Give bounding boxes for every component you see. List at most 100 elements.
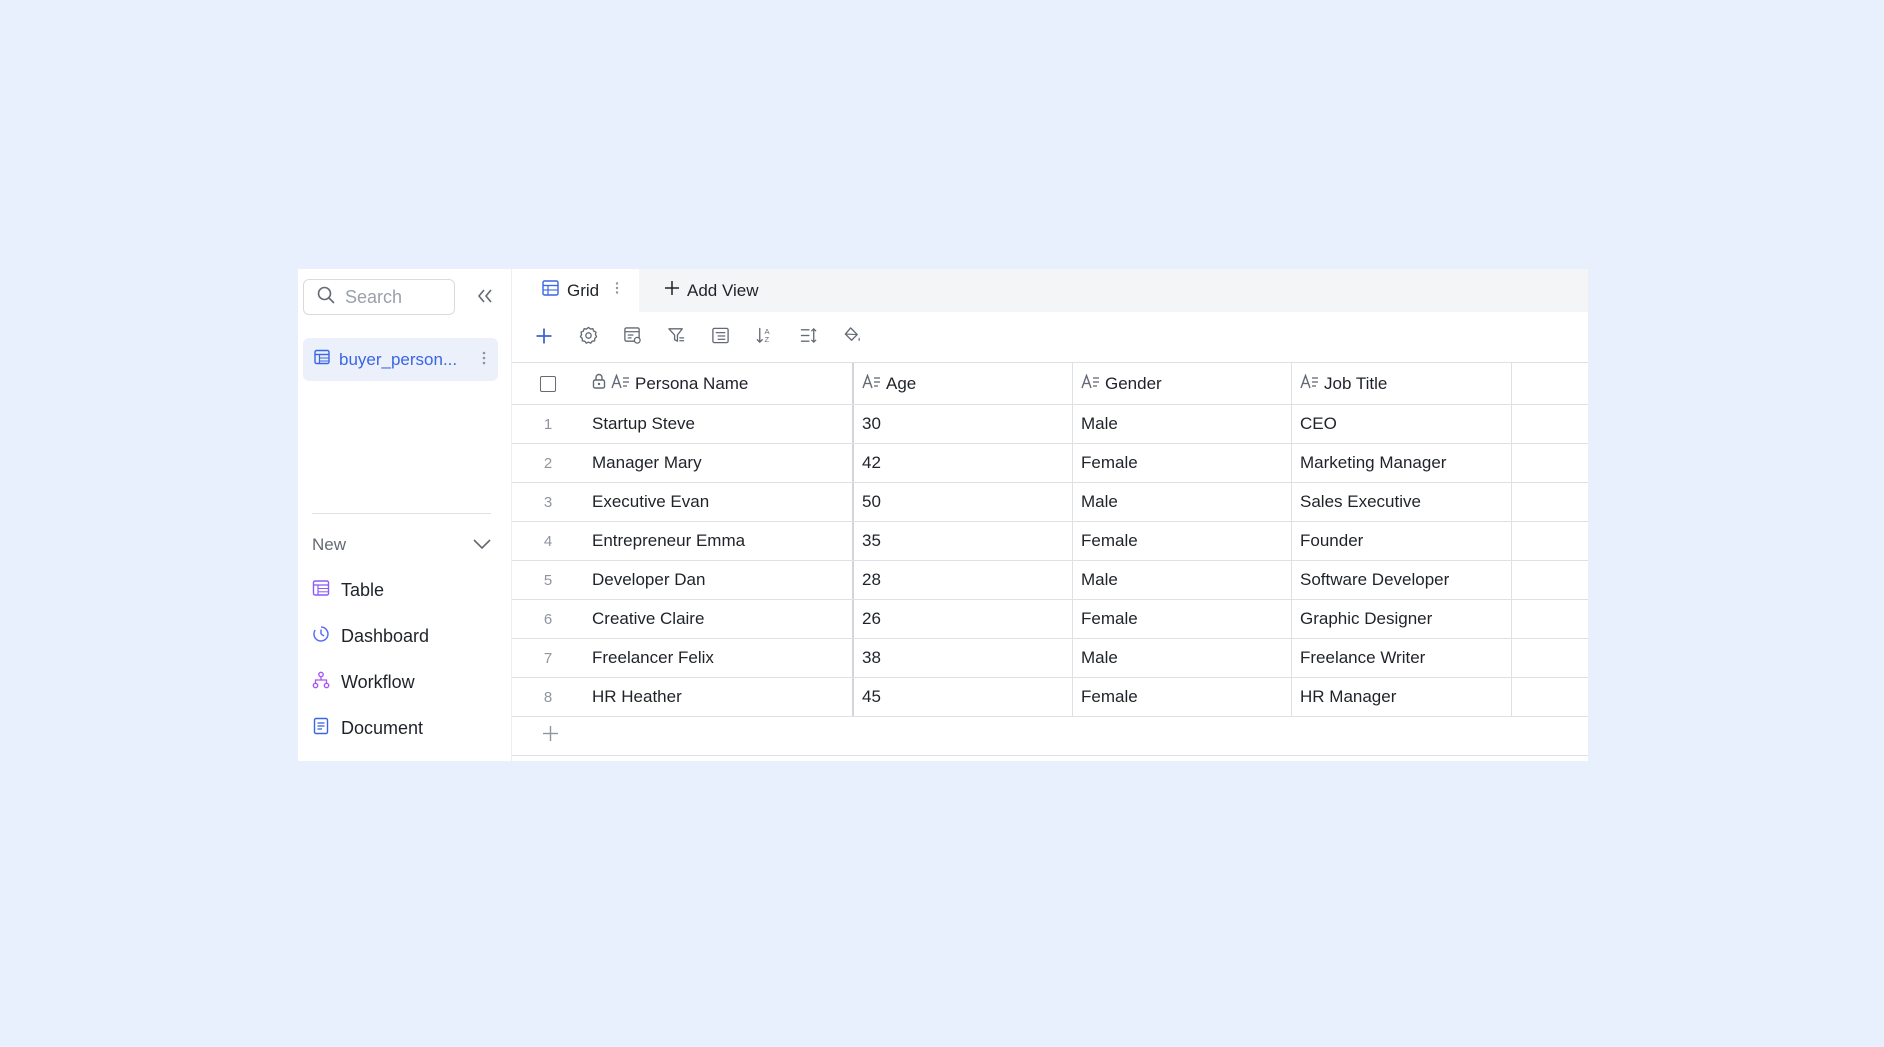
sort-button[interactable]: AZ <box>752 326 776 350</box>
sidebar: buyer_person... New Table Dashboard <box>298 269 512 761</box>
row-height-button[interactable] <box>796 326 820 350</box>
app-window: buyer_person... New Table Dashboard <box>298 269 1588 761</box>
more-vertical-icon[interactable] <box>615 281 619 300</box>
create-dashboard-button[interactable]: Dashboard <box>312 622 429 650</box>
text-field-icon <box>611 372 630 394</box>
row-index: 1 <box>543 415 553 433</box>
filter-button[interactable] <box>664 326 688 350</box>
cell-gender[interactable]: Male <box>1073 483 1292 521</box>
cell-age[interactable]: 30 <box>854 405 1073 443</box>
cell-gender[interactable]: Female <box>1073 678 1292 716</box>
add-view-button[interactable]: Add View <box>664 269 759 312</box>
cell-age[interactable]: 38 <box>854 639 1073 677</box>
cell-persona-name[interactable]: Creative Claire <box>584 600 854 638</box>
collapse-sidebar-button[interactable] <box>474 287 496 309</box>
text-field-icon <box>862 372 881 394</box>
text-field-icon <box>1081 372 1100 394</box>
create-document-label: Document <box>341 717 424 738</box>
sidebar-item-buyer-persona[interactable]: buyer_person... <box>303 338 498 381</box>
row-index: 4 <box>543 532 553 550</box>
table-row[interactable]: 8 HR Heather 45 Female HR Manager <box>512 678 1588 717</box>
cell-persona-name[interactable]: Developer Dan <box>584 561 854 599</box>
cell-job-title[interactable]: HR Manager <box>1292 678 1512 716</box>
create-document-button[interactable]: Document <box>312 714 423 742</box>
cell-persona-name[interactable]: Freelancer Felix <box>584 639 854 677</box>
cell-persona-name[interactable]: HR Heather <box>584 678 854 716</box>
column-label: Persona Name <box>635 373 749 393</box>
table-row[interactable]: 4 Entrepreneur Emma 35 Female Founder <box>512 522 1588 561</box>
cell-job-title[interactable]: Founder <box>1292 522 1512 560</box>
group-icon <box>711 326 730 350</box>
cell-gender[interactable]: Male <box>1073 405 1292 443</box>
main-area: Grid Add View A Z Persona Name Age Gende… <box>512 269 1588 761</box>
group-button[interactable] <box>708 326 732 350</box>
table-row[interactable]: 5 Developer Dan 28 Male Software Develop… <box>512 561 1588 600</box>
double-chevron-left-icon <box>477 288 493 308</box>
add-row-button[interactable] <box>512 717 1588 756</box>
workflow-icon <box>312 671 330 694</box>
cell-job-title[interactable]: Sales Executive <box>1292 483 1512 521</box>
cell-job-title[interactable]: Graphic Designer <box>1292 600 1512 638</box>
add-record-button[interactable] <box>532 326 556 350</box>
sidebar-divider <box>312 513 491 514</box>
plus-icon <box>535 327 553 350</box>
cell-job-title[interactable]: Marketing Manager <box>1292 444 1512 482</box>
sort-icon: AZ <box>755 326 774 350</box>
table-row[interactable]: 6 Creative Claire 26 Female Graphic Desi… <box>512 600 1588 639</box>
table-row[interactable]: 3 Executive Evan 50 Male Sales Executive <box>512 483 1588 522</box>
cell-job-title[interactable]: Freelance Writer <box>1292 639 1512 677</box>
form-settings-button[interactable] <box>620 326 644 350</box>
column-header-gender[interactable]: Gender <box>1073 363 1292 404</box>
lock-icon <box>592 373 606 394</box>
cell-persona-name[interactable]: Manager Mary <box>584 444 854 482</box>
search-input[interactable] <box>343 285 447 309</box>
select-all-checkbox[interactable] <box>540 375 556 392</box>
row-index: 3 <box>543 493 553 511</box>
form-settings-icon <box>623 326 642 350</box>
cell-persona-name[interactable]: Executive Evan <box>584 483 854 521</box>
table-row[interactable]: 7 Freelancer Felix 38 Male Freelance Wri… <box>512 639 1588 678</box>
cell-job-title[interactable]: CEO <box>1292 405 1512 443</box>
settings-button[interactable] <box>576 326 600 350</box>
tab-grid[interactable]: Grid <box>512 269 639 312</box>
cell-age[interactable]: 26 <box>854 600 1073 638</box>
new-section-toggle[interactable]: New <box>312 531 491 559</box>
cell-age[interactable]: 35 <box>854 522 1073 560</box>
cell-gender[interactable]: Male <box>1073 561 1292 599</box>
cell-persona-name[interactable]: Startup Steve <box>584 405 854 443</box>
add-view-label: Add View <box>687 280 759 300</box>
create-table-label: Table <box>341 579 385 600</box>
data-grid: Persona Name Age Gender Job Title 1 Star… <box>512 362 1588 756</box>
create-table-button[interactable]: Table <box>312 576 384 604</box>
text-field-icon <box>1300 372 1319 394</box>
grid-header-row: Persona Name Age Gender Job Title <box>512 362 1588 405</box>
cell-age[interactable]: 42 <box>854 444 1073 482</box>
document-icon <box>312 717 330 740</box>
cell-age[interactable]: 50 <box>854 483 1073 521</box>
sidebar-item-label: buyer_person... <box>339 349 458 369</box>
cell-gender[interactable]: Female <box>1073 600 1292 638</box>
cell-age[interactable]: 45 <box>854 678 1073 716</box>
cell-age[interactable]: 28 <box>854 561 1073 599</box>
column-header-persona-name[interactable]: Persona Name <box>584 363 854 404</box>
column-label: Job Title <box>1324 373 1388 393</box>
search-box[interactable] <box>303 279 455 315</box>
row-index: 5 <box>543 571 553 589</box>
table-row[interactable]: 1 Startup Steve 30 Male CEO <box>512 405 1588 444</box>
cell-persona-name[interactable]: Entrepreneur Emma <box>584 522 854 560</box>
cell-gender[interactable]: Male <box>1073 639 1292 677</box>
toolbar: AZ <box>532 325 884 351</box>
create-workflow-button[interactable]: Workflow <box>312 668 415 696</box>
column-header-age[interactable]: Age <box>854 363 1073 404</box>
cell-gender[interactable]: Female <box>1073 522 1292 560</box>
cell-gender[interactable]: Female <box>1073 444 1292 482</box>
cell-job-title[interactable]: Software Developer <box>1292 561 1512 599</box>
color-button[interactable] <box>840 326 864 350</box>
plus-icon <box>664 280 680 301</box>
column-header-job-title[interactable]: Job Title <box>1292 363 1512 404</box>
grid-icon <box>542 280 559 301</box>
row-index: 2 <box>543 454 553 472</box>
table-row[interactable]: 2 Manager Mary 42 Female Marketing Manag… <box>512 444 1588 483</box>
svg-text:Z: Z <box>764 335 769 344</box>
more-vertical-icon[interactable] <box>482 350 486 371</box>
